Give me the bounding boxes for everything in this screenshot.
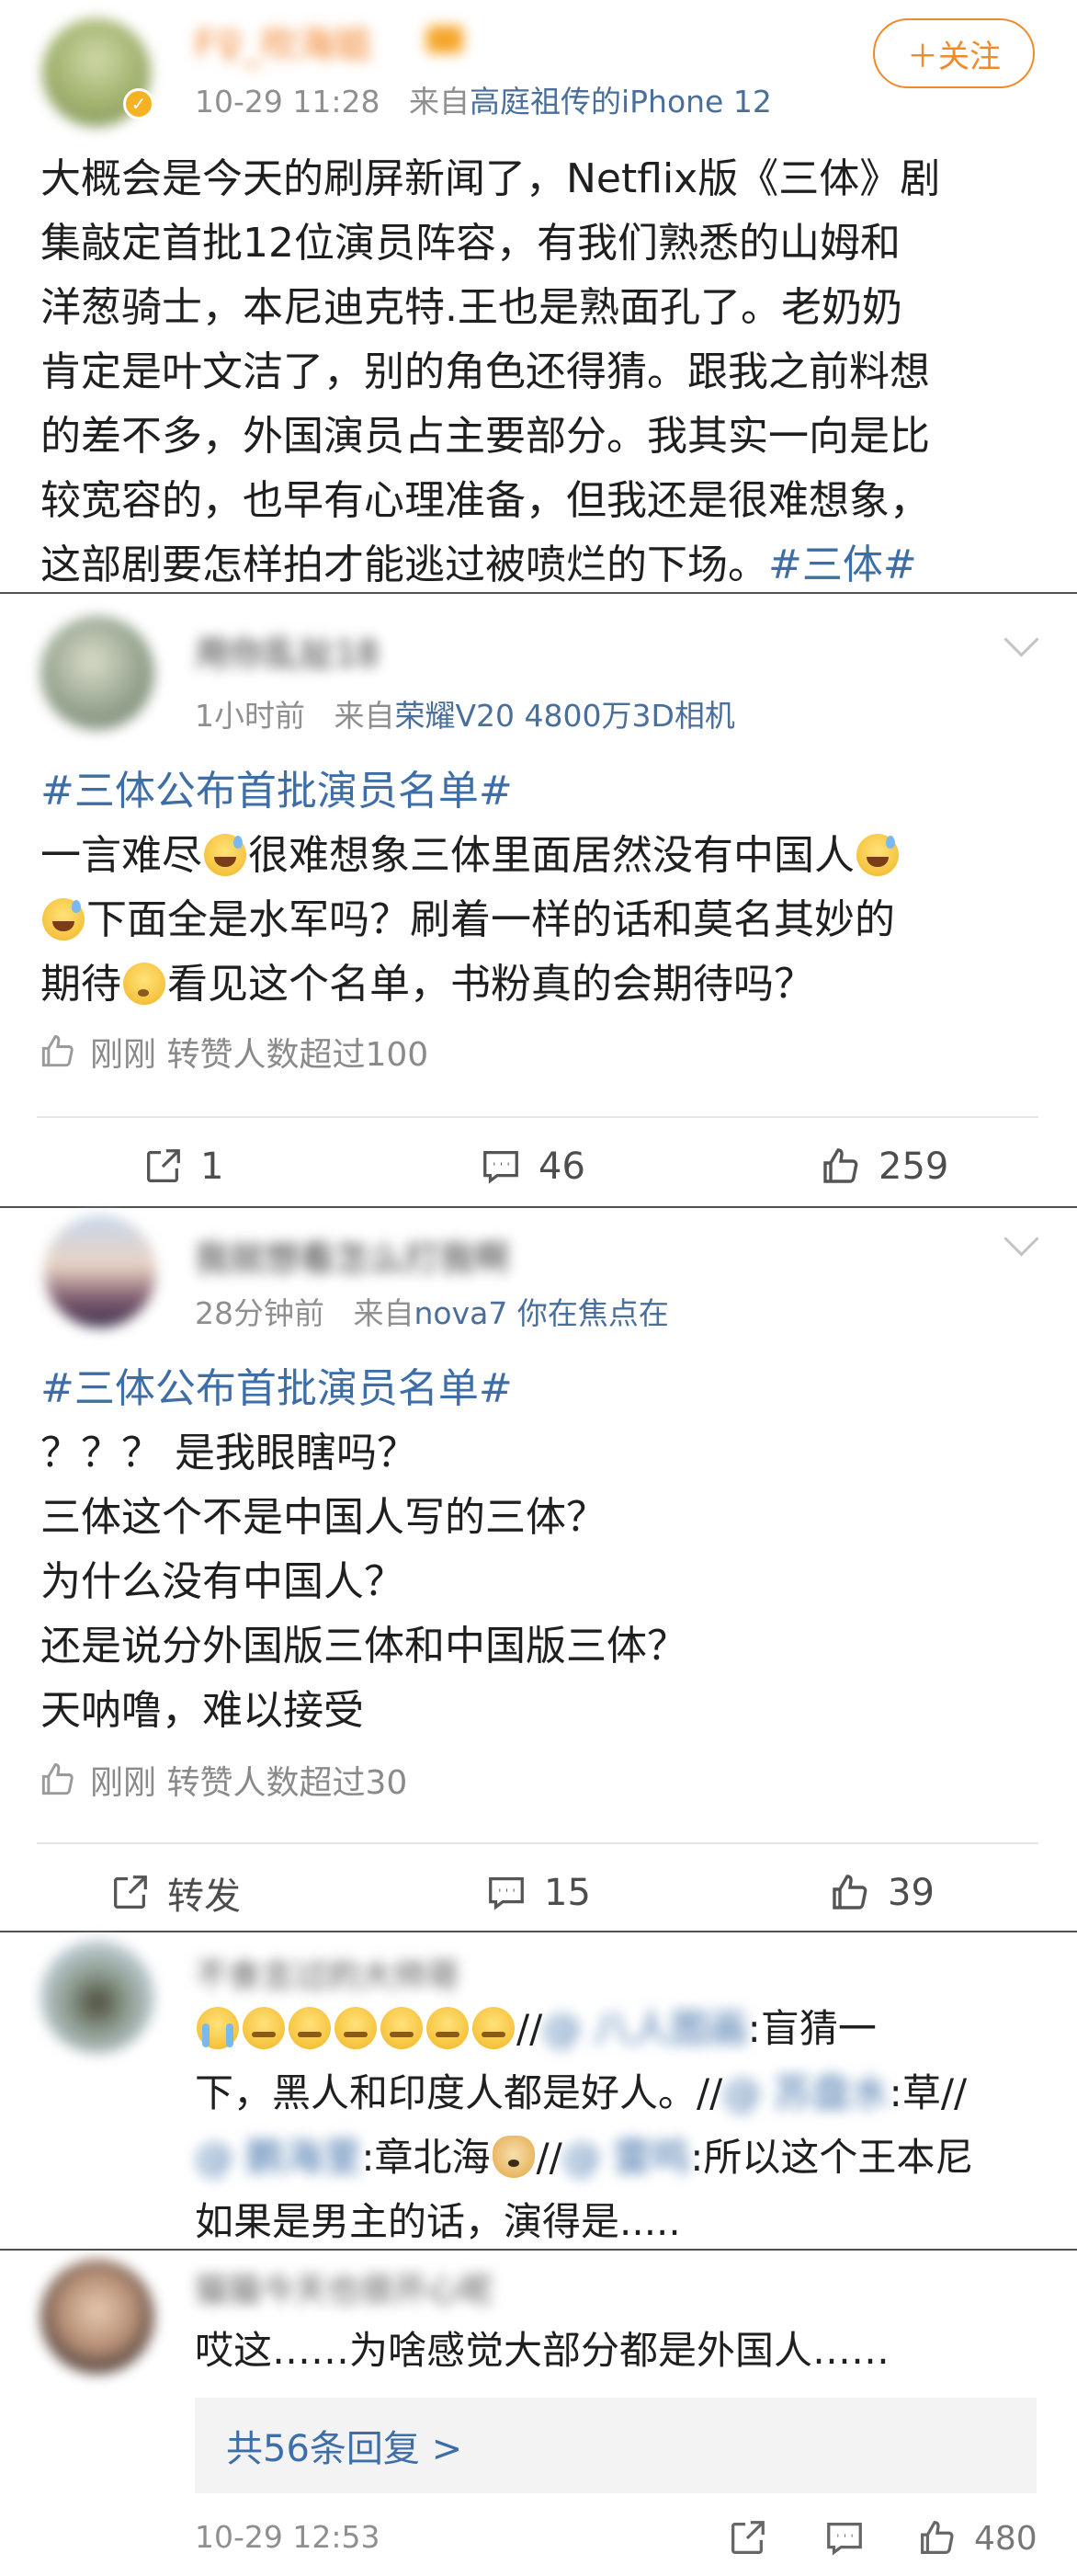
doge-emoji-icon <box>492 2136 535 2178</box>
zipper-mouth-emoji-icon <box>426 2007 469 2049</box>
reply-author-name[interactable]: 猫猫今天也很开心呢 <box>195 2263 562 2309</box>
share-button[interactable] <box>726 2506 768 2570</box>
zipper-mouth-emoji-icon <box>380 2007 423 2049</box>
post-topic-link[interactable]: #三体# <box>768 541 917 588</box>
repost-button[interactable]: 转发 <box>108 1842 241 1943</box>
like-status: 刚刚 转赞人数超过100 <box>37 1028 428 1076</box>
comment-meta: 28分钟前 来自nova7 你在焦点在 <box>195 1295 669 1331</box>
reply-author-name[interactable]: 不食言过的大帅哥 <box>195 1949 562 1995</box>
like-button[interactable]: 480 <box>915 2506 1037 2570</box>
mention-link[interactable]: @ 鹏海里 <box>195 2135 361 2180</box>
comment-author-name[interactable]: 我就想看怎么打我啊 <box>195 1230 572 1279</box>
comment-author-avatar[interactable] <box>44 1215 156 1328</box>
more-replies-link[interactable]: 共56条回复 > <box>195 2398 1037 2493</box>
comment-meta: 1小时前 来自荣耀V20 4800万3D相机 <box>195 698 735 734</box>
comment-topic-link[interactable]: #三体公布首批演员名单# <box>40 759 1051 824</box>
thumbs-up-icon <box>833 1875 867 1909</box>
thumbs-up-icon <box>921 2521 954 2554</box>
comment-button[interactable]: 46 <box>480 1116 585 1217</box>
zipper-mouth-emoji-icon <box>289 2007 331 2049</box>
like-status: 刚刚 转赞人数超过30 <box>37 1756 407 1804</box>
follow-button[interactable]: ＋关注 <box>873 18 1035 88</box>
post-author-name[interactable]: F♀_吹海姐 <box>195 15 461 66</box>
verified-badge-icon: ✓ <box>123 88 154 120</box>
comment-source[interactable]: nova7 你在焦点在 <box>414 1295 668 1331</box>
thumbs-up-icon <box>41 1763 74 1795</box>
post-text-line: 的差不多，外国演员占主要部分。我其实一向是比 <box>40 413 930 460</box>
crying-emoji-icon <box>197 2007 239 2049</box>
divider <box>0 592 1077 594</box>
thumbs-up-icon <box>41 1035 74 1067</box>
reply-author-avatar[interactable] <box>40 2260 154 2374</box>
like-button[interactable]: 39 <box>827 1842 935 1943</box>
thumbs-up-icon <box>823 1148 858 1183</box>
post-text-line: 肯定是叶文洁了，别的角色还得猜。跟我之前料想 <box>40 348 930 395</box>
reply-timestamp: 10-29 12:53 <box>195 2519 380 2555</box>
zipper-mouth-emoji-icon <box>472 2007 515 2049</box>
comment-author-name[interactable]: 用你乱扯18 <box>195 625 425 674</box>
sweat-smile-emoji-icon <box>856 834 899 876</box>
sweat-smile-emoji-icon <box>204 834 246 876</box>
comment-button[interactable] <box>823 2506 866 2570</box>
zipper-mouth-emoji-icon <box>334 2007 377 2049</box>
mention-link[interactable]: @ 雷鸣 <box>562 2135 690 2180</box>
comment-source[interactable]: 荣耀V20 4800万3D相机 <box>394 698 734 734</box>
post-text-line: 大概会是今天的刷屏新闻了，Netflix版《三体》剧 <box>40 155 941 202</box>
post-text: 大概会是今天的刷屏新闻了，Netflix版《三体》剧 集敲定首批12位演员阵容，… <box>40 147 1042 598</box>
vip-crown-icon <box>426 26 463 53</box>
comment-text: #三体公布首批演员名单# ？？？ 是我眼瞎吗？ 三体这个不是中国人写的三体？ 为… <box>40 1357 1051 1743</box>
post-text-line: 较宽容的，也早有心理准备，但我还是很难想象， <box>40 477 930 524</box>
comment-button[interactable]: 15 <box>485 1842 591 1943</box>
like-button[interactable]: 259 <box>818 1116 948 1217</box>
repost-button[interactable]: 1 <box>142 1116 223 1217</box>
comment-icon <box>827 2523 862 2556</box>
divider <box>0 2249 1077 2251</box>
divider <box>0 1931 1077 1932</box>
post-source[interactable]: 高庭祖传的iPhone 12 <box>470 84 772 120</box>
reply-author-avatar[interactable] <box>40 1940 154 2054</box>
post-text-line: 洋葱骑士，本尼迪克特.王也是熟面孔了。老奶奶 <box>40 284 902 331</box>
comment-text: #三体公布首批演员名单# 一言难尽 很难想象三体里面居然没有中国人 下面全是水军吗… <box>40 759 1051 1017</box>
thinking-emoji-icon <box>123 963 165 1005</box>
mention-link[interactable]: @ 苏盘水 <box>722 2070 889 2115</box>
comment-topic-link[interactable]: #三体公布首批演员名单# <box>40 1357 1051 1421</box>
action-bar: 1 46 259 <box>0 1116 1077 1217</box>
reply-text: //@ 八人图画:盲猜一 下，黑人和印度人都是好人。//@ 苏盘水:草// @ … <box>195 2006 974 2244</box>
post-meta: 10-29 11:28 来自高庭祖传的iPhone 12 <box>195 77 772 121</box>
post-text-line: 这部剧要怎样拍才能逃过被喷烂的下场。#三体# <box>40 541 917 588</box>
mention-link[interactable]: @ 八人图画 <box>542 2006 747 2051</box>
action-bar: 转发 15 39 <box>0 1842 1077 1943</box>
reply-text: 哎这……为啥感觉大部分都是外国人…… <box>195 2328 890 2373</box>
chevron-down-icon[interactable] <box>1003 621 1039 657</box>
comment-author-avatar[interactable] <box>40 616 154 730</box>
zipper-mouth-emoji-icon <box>243 2007 285 2049</box>
share-icon <box>114 1875 147 1909</box>
comment-icon <box>489 1877 524 1910</box>
post-source-prefix: 来自 <box>408 84 470 120</box>
post-timestamp: 10-29 11:28 <box>195 84 380 120</box>
divider <box>0 1206 1077 1208</box>
sweat-smile-emoji-icon <box>42 898 85 940</box>
share-icon <box>731 2521 765 2554</box>
comment-icon <box>483 1151 518 1184</box>
chevron-down-icon[interactable] <box>1003 1221 1039 1257</box>
post-text-line: 集敲定首批12位演员阵容，有我们熟悉的山姆和 <box>40 220 901 267</box>
share-icon <box>147 1149 180 1182</box>
